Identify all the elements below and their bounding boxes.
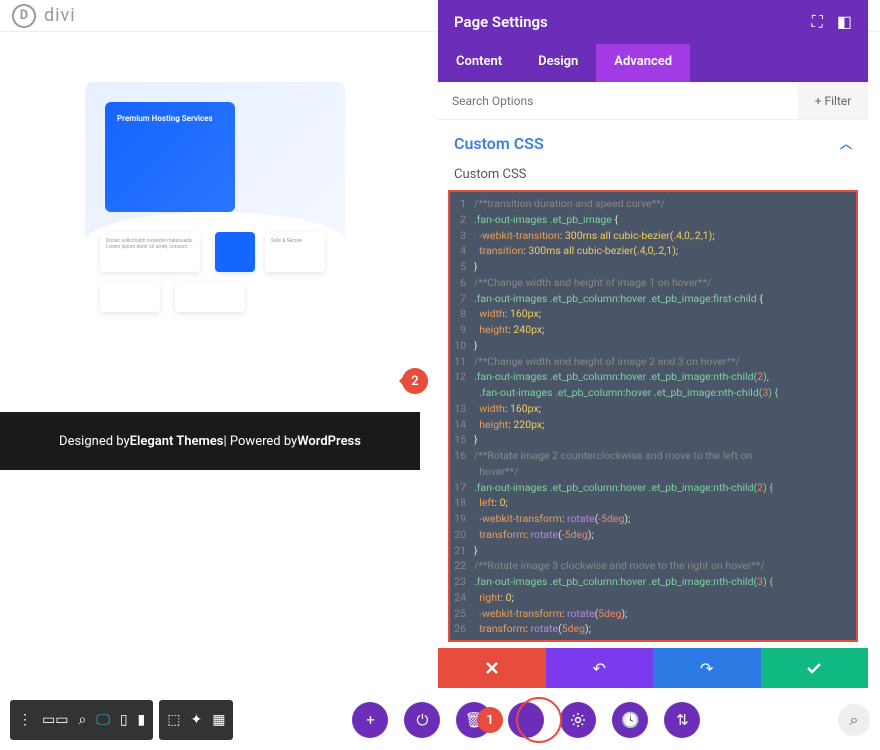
snap-icon[interactable]: ◧ xyxy=(837,12,852,32)
preview-card xyxy=(175,282,245,312)
wireframe-icon[interactable]: ▭▭ xyxy=(42,712,68,728)
preview-card xyxy=(100,282,160,312)
toolbar-group-left: ⋮ ▭▭ ⌕ 🖵 ▯ ▮ xyxy=(10,700,153,740)
select-icon[interactable]: ⬚ xyxy=(167,712,180,728)
desktop-icon[interactable]: 🖵 xyxy=(96,712,110,728)
search-icon[interactable]: ⌕ xyxy=(838,704,870,736)
tablet-icon[interactable]: ▯ xyxy=(120,712,128,728)
toolbar-group-mid: ⬚ ✦ ▦ xyxy=(159,700,233,740)
subsection-label: Custom CSS xyxy=(438,167,868,190)
preview-card: Safe & Secure xyxy=(265,232,325,272)
css-editor[interactable]: 1/**transition duration and speed curve*… xyxy=(448,190,858,642)
menu-icon[interactable]: ⋮ xyxy=(18,712,32,728)
power-button[interactable]: ⏻ xyxy=(404,702,440,738)
panel-title: Page Settings xyxy=(454,13,548,31)
phone-icon[interactable]: ▮ xyxy=(138,712,146,728)
annotation-badge-2: 2 xyxy=(402,368,428,394)
panel-actions: ↶ ↷ xyxy=(438,648,868,688)
preview-mockup: Premium Hosting Services Donec sollicitu… xyxy=(85,82,345,342)
cancel-button[interactable] xyxy=(438,648,546,688)
bottom-toolbar: ⋮ ▭▭ ⌕ 🖵 ▯ ▮ ⬚ ✦ ▦ + ⏻ 🗑 🕓 ⇅ ⌕ xyxy=(10,700,870,740)
sort-button[interactable]: ⇅ xyxy=(664,702,700,738)
footer-link-themes[interactable]: Elegant Themes xyxy=(130,434,224,449)
search-row: + Filter xyxy=(438,82,868,120)
search-input[interactable] xyxy=(438,82,798,119)
filter-button[interactable]: + Filter xyxy=(798,82,868,119)
save-button[interactable] xyxy=(761,648,869,688)
hero-block: Premium Hosting Services xyxy=(105,102,235,212)
expand-icon[interactable]: ⛶ xyxy=(812,12,823,32)
settings-panel: Page Settings ⛶ ◧ Content Design Advance… xyxy=(438,0,868,680)
divi-logo-icon: D xyxy=(12,4,36,28)
add-button[interactable]: + xyxy=(352,702,388,738)
badge1-button[interactable] xyxy=(508,702,544,738)
history-button[interactable]: 🕓 xyxy=(612,702,648,738)
brand-text: divi xyxy=(44,5,76,26)
section-header[interactable]: Custom CSS ︿ xyxy=(438,120,868,167)
panel-tabs: Content Design Advanced xyxy=(438,44,868,82)
preview-card: Donec sollicitudin molestie malesuada. L… xyxy=(100,232,200,272)
undo-button[interactable]: ↶ xyxy=(546,648,654,688)
grid-icon[interactable]: ▦ xyxy=(212,712,225,728)
panel-header: Page Settings ⛶ ◧ xyxy=(438,0,868,44)
hover-icon[interactable]: ✦ xyxy=(190,712,202,728)
footer-link-wp[interactable]: WordPress xyxy=(297,434,361,449)
page-footer: Designed by Elegant Themes | Powered by … xyxy=(0,412,420,470)
tab-advanced[interactable]: Advanced xyxy=(596,44,690,82)
tab-design[interactable]: Design xyxy=(520,44,596,82)
settings-button[interactable] xyxy=(560,702,596,738)
page-preview: Premium Hosting Services Donec sollicitu… xyxy=(0,32,430,682)
preview-card xyxy=(215,232,255,272)
tab-content[interactable]: Content xyxy=(438,44,520,82)
annotation-badge-1: 1 xyxy=(477,707,503,733)
zoom-icon[interactable]: ⌕ xyxy=(78,712,86,728)
chevron-up-icon: ︿ xyxy=(840,135,852,152)
redo-button[interactable]: ↷ xyxy=(653,648,761,688)
